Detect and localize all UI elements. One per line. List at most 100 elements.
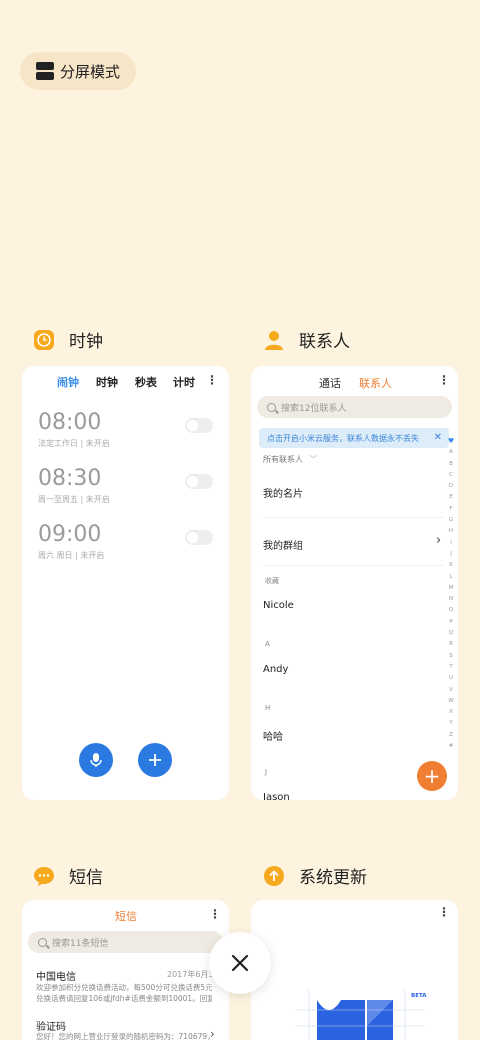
updater-app-header[interactable]: 系统更新 [263, 863, 367, 888]
close-icon[interactable]: ✕ [434, 432, 442, 443]
updater-card[interactable]: ⋮ BETA [251, 900, 458, 1040]
sms-card[interactable]: 短信 ⋮ 搜索11条短信 中国电信 2017年6月30日 欢迎参加积分兑换话费活… [22, 900, 229, 1040]
alphabet-letter[interactable]: U [447, 673, 455, 684]
sms-app-name: 短信 [69, 868, 103, 888]
miui-logo-graphic [295, 990, 425, 1040]
more-options-icon[interactable]: ⋮ [438, 373, 450, 387]
message-app-icon [33, 865, 55, 887]
tab-timer[interactable]: 计时 [173, 374, 195, 390]
alphabet-letter[interactable]: P [447, 617, 455, 628]
alarm-desc: 周六 周日 | 未开启 [38, 551, 105, 560]
updater-app-name: 系统更新 [299, 868, 367, 888]
message-sender[interactable]: 中国电信 [36, 968, 76, 983]
alphabet-letter[interactable]: W [447, 696, 455, 707]
alarm-item[interactable]: 08:00 法定工作日 | 未开启 [38, 410, 213, 454]
sms-search-input[interactable]: 搜索11条短信 [28, 931, 223, 953]
alarm-toggle[interactable] [185, 418, 213, 433]
alarm-item[interactable]: 08:30 周一至周五 | 未开启 [38, 466, 213, 510]
alphabet-letter[interactable]: S [447, 651, 455, 662]
split-screen-label: 分屏模式 [60, 62, 121, 81]
alphabet-letter[interactable]: B [447, 459, 455, 470]
alphabet-index[interactable]: ♥ A B C D E F G H I J K L M N O P Q R S T U V W X Y Z # [447, 436, 455, 752]
alphabet-letter[interactable]: O [447, 605, 455, 616]
chevron-right-icon: › [210, 1027, 215, 1040]
contacts-app-header[interactable]: 联系人 [263, 327, 350, 352]
alarm-item[interactable]: 09:00 周六 周日 | 未开启 [38, 522, 213, 566]
split-screen-button[interactable]: 分屏模式 [20, 52, 136, 90]
split-screen-icon [36, 62, 54, 80]
alphabet-letter[interactable]: N [447, 594, 455, 605]
clock-app-header[interactable]: 时钟 [33, 327, 103, 352]
more-options-icon[interactable]: ⋮ [209, 907, 221, 921]
alphabet-letter[interactable]: I [447, 538, 455, 549]
alphabet-letter[interactable]: Z [447, 730, 455, 741]
alphabet-letter[interactable]: J [447, 549, 455, 560]
my-card-item[interactable]: 我的名片 [263, 485, 303, 500]
section-header: 收藏 [265, 577, 279, 585]
search-placeholder: 搜索12位联系人 [281, 403, 347, 414]
alphabet-letter[interactable]: C [447, 470, 455, 481]
chevron-down-icon: ﹀ [309, 455, 318, 464]
alphabet-letter[interactable]: X [447, 707, 455, 718]
more-options-icon[interactable]: ⋮ [438, 905, 450, 919]
alphabet-letter[interactable]: F [447, 504, 455, 515]
add-contact-button[interactable]: + [417, 761, 447, 791]
clear-recents-button[interactable] [209, 932, 271, 994]
contact-item[interactable]: Jason [263, 792, 290, 800]
tab-calls[interactable]: 通话 [319, 375, 341, 391]
alphabet-letter[interactable]: D [447, 481, 455, 492]
search-icon [38, 937, 47, 947]
alphabet-letter[interactable]: H [447, 526, 455, 537]
search-icon [267, 402, 276, 412]
tab-alarm[interactable]: 闹钟 [57, 374, 79, 390]
alphabet-letter[interactable]: K [447, 560, 455, 571]
alphabet-letter[interactable]: E [447, 492, 455, 503]
contacts-search-input[interactable]: 搜索12位联系人 [257, 396, 452, 418]
tab-stopwatch[interactable]: 秒表 [135, 374, 157, 390]
tab-clock[interactable]: 时钟 [96, 374, 118, 390]
contacts-card[interactable]: 通话 联系人 ⋮ 搜索12位联系人 点击开启小米云服务，联系人数据永不丢失 ✕ … [251, 366, 458, 800]
contact-item[interactable]: Andy [263, 664, 288, 675]
all-contacts-filter[interactable]: 所有联系人 ﹀ [263, 454, 318, 465]
alphabet-letter[interactable]: T [447, 662, 455, 673]
alphabet-letter[interactable]: Q [447, 628, 455, 639]
my-groups-item[interactable]: 我的群组 [263, 537, 303, 552]
voice-input-button[interactable] [79, 743, 113, 777]
clock-app-name: 时钟 [69, 332, 103, 352]
add-alarm-button[interactable] [138, 743, 172, 777]
section-header: J [265, 768, 268, 776]
alarm-toggle[interactable] [185, 474, 213, 489]
microphone-icon [90, 753, 102, 767]
alarm-desc: 周一至周五 | 未开启 [38, 495, 110, 504]
chevron-right-icon: › [436, 533, 442, 548]
favorites-heart-icon: ♥ [447, 437, 455, 445]
alphabet-letter[interactable]: L [447, 572, 455, 583]
message-preview: 兑换话费请回复106或jfdh#话费金额到10001。回复... [36, 994, 212, 1003]
more-options-icon[interactable]: ⋮ [206, 373, 218, 387]
alphabet-letter[interactable]: M [447, 583, 455, 594]
banner-text: 点击开启小米云服务，联系人数据永不丢失 [267, 433, 419, 443]
alphabet-letter[interactable]: A [447, 447, 455, 458]
section-header: H [265, 704, 271, 712]
contact-item[interactable]: 哈哈 [263, 728, 283, 743]
contact-item[interactable]: Nicole [263, 600, 294, 611]
message-preview: 您好！您的网上营业厅登录的随机密码为：710679，有 [36, 1032, 212, 1040]
alphabet-letter[interactable]: R [447, 639, 455, 650]
clock-card[interactable]: 闹钟 时钟 秒表 计时 ⋮ 08:00 法定工作日 | 未开启 08:30 周一… [22, 366, 229, 800]
section-header: A [265, 640, 270, 648]
message-preview: 欢迎参加积分兑换话费活动，每500分可兑换话费5元， [36, 983, 212, 992]
tab-sms[interactable]: 短信 [115, 908, 137, 924]
alarm-desc: 法定工作日 | 未开启 [38, 439, 110, 448]
alarm-toggle[interactable] [185, 530, 213, 545]
cloud-sync-banner[interactable]: 点击开启小米云服务，联系人数据永不丢失 ✕ [259, 428, 449, 448]
alphabet-letter[interactable]: # [447, 741, 455, 752]
tab-contacts[interactable]: 联系人 [359, 375, 392, 391]
clock-app-icon [33, 329, 55, 351]
close-icon [231, 954, 249, 972]
search-placeholder: 搜索11条短信 [52, 938, 109, 949]
divider [263, 565, 444, 566]
alphabet-letter[interactable]: G [447, 515, 455, 526]
alphabet-letter[interactable]: V [447, 685, 455, 696]
alphabet-letter[interactable]: Y [447, 718, 455, 729]
sms-app-header[interactable]: 短信 [33, 863, 103, 888]
